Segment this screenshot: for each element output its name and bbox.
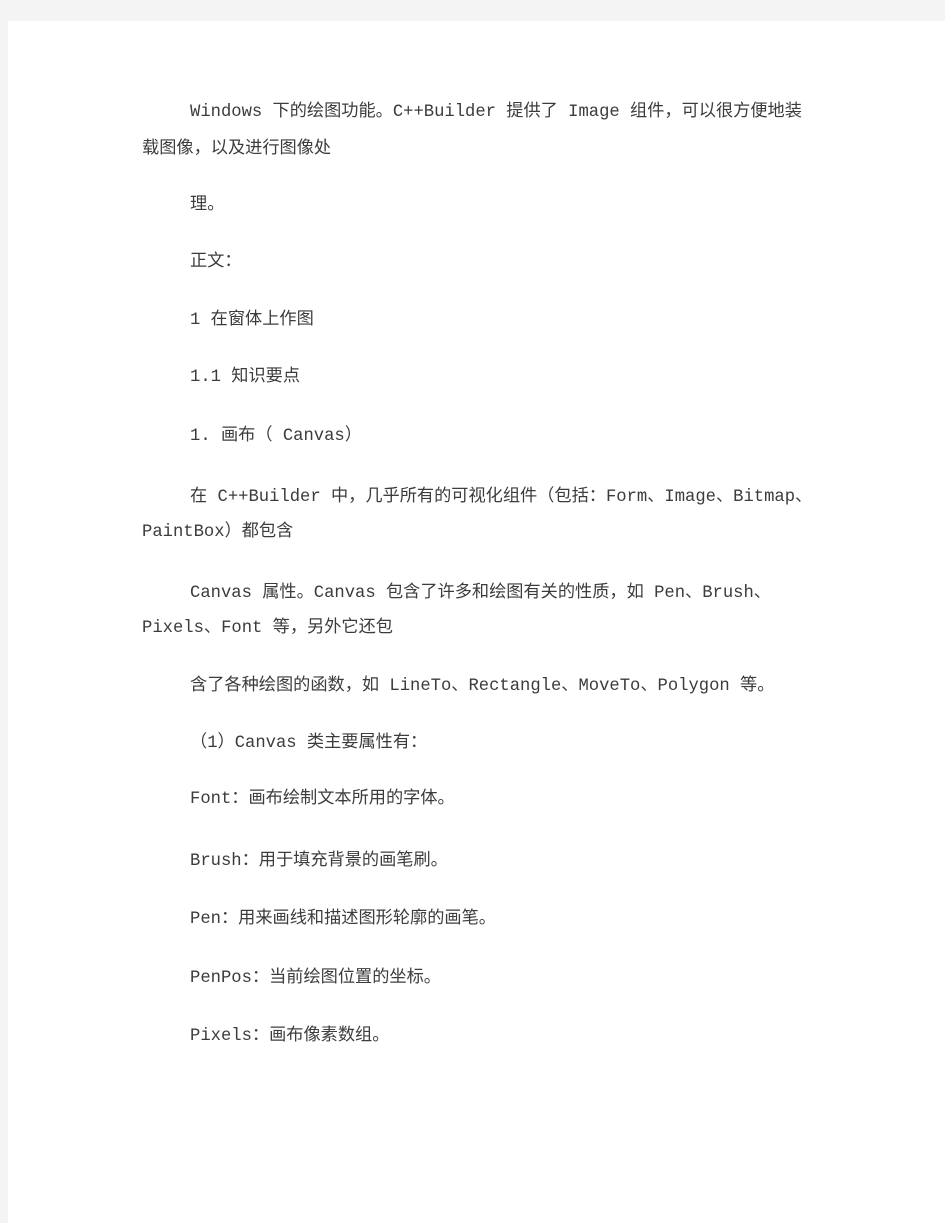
document-line: Windows 下的绘图功能。C++Builder 提供了 Image 组件，可… [190,103,802,122]
document-line: 1. 画布（ Canvas） [190,427,362,446]
document-line: PenPos：当前绘图位置的坐标。 [190,969,441,988]
document-line: Pixels、Font 等，另外它还包 [142,619,393,638]
document-line: 含了各种绘图的函数，如 LineTo、Rectangle、MoveTo、Poly… [190,677,775,696]
document-line: Brush：用于填充背景的画笔刷。 [190,852,448,871]
document-line: Font：画布绘制文本所用的字体。 [190,790,455,809]
document-line: 载图像，以及进行图像处 [142,140,332,159]
document-line: 理。 [190,196,225,215]
document-page-sheet: Windows 下的绘图功能。C++Builder 提供了 Image 组件，可… [8,21,945,1223]
document-line: 1.1 知识要点 [190,368,301,387]
document-line: PaintBox）都包含 [142,523,294,542]
document-line: （1）Canvas 类主要属性有： [190,734,428,753]
document-line: Canvas 属性。Canvas 包含了许多和绘图有关的性质，如 Pen、Bru… [190,584,771,603]
document-line: Pen：用来画线和描述图形轮廓的画笔。 [190,910,496,929]
document-line: 在 C++Builder 中，几乎所有的可视化组件（包括：Form、Image、… [190,488,813,507]
document-line: 1 在窗体上作图 [190,311,314,330]
document-line: Pixels：画布像素数组。 [190,1027,390,1046]
document-line: 正文： [190,253,242,272]
